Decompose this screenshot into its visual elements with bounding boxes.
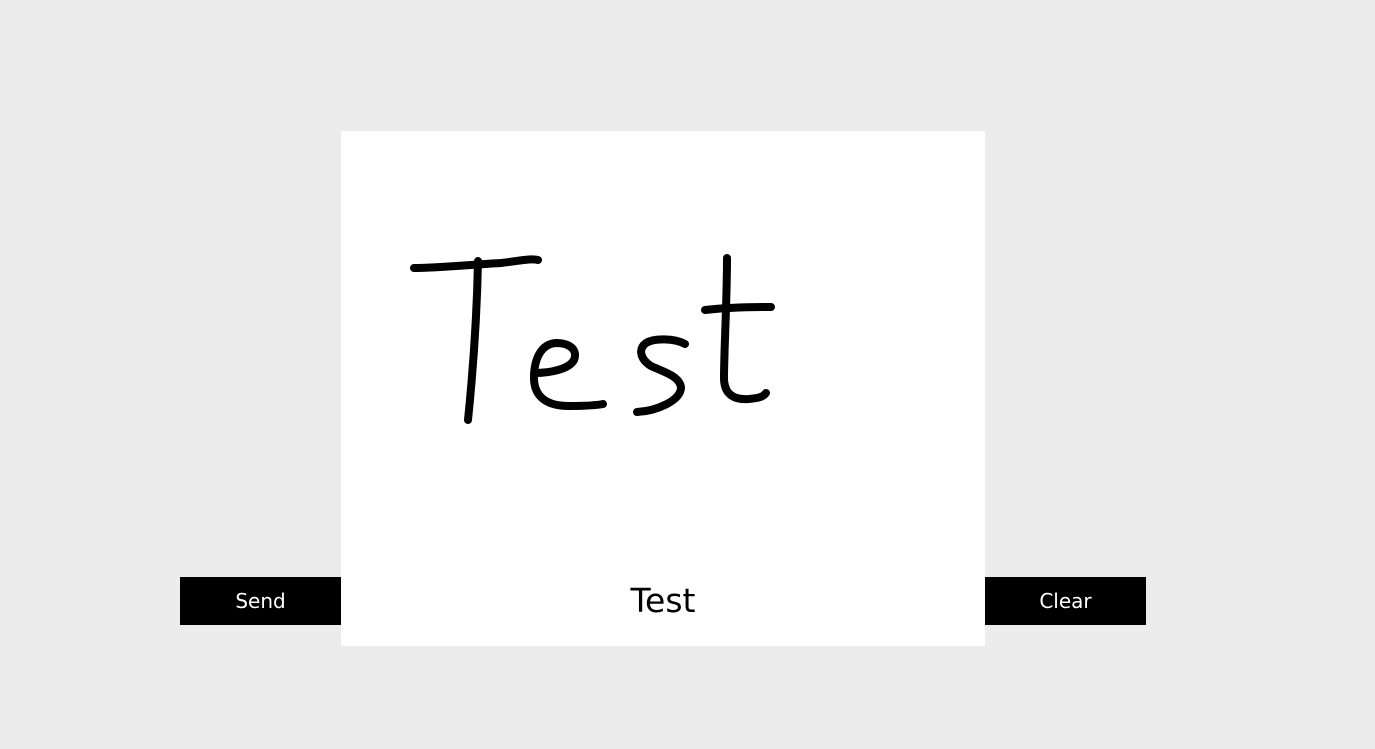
stroke-e bbox=[530, 339, 607, 410]
stroke-s bbox=[633, 335, 689, 416]
send-button[interactable]: Send bbox=[180, 577, 341, 625]
signature-caption: Test bbox=[630, 581, 696, 620]
clear-button[interactable]: Clear bbox=[985, 577, 1146, 625]
handwriting-canvas[interactable] bbox=[341, 131, 985, 646]
stroke-t2-stem bbox=[720, 254, 770, 404]
signature-pad[interactable]: Test bbox=[341, 131, 985, 646]
stroke-t2-crossbar bbox=[701, 303, 775, 314]
handwritten-ink bbox=[410, 254, 775, 424]
stroke-t-stem bbox=[464, 257, 482, 424]
